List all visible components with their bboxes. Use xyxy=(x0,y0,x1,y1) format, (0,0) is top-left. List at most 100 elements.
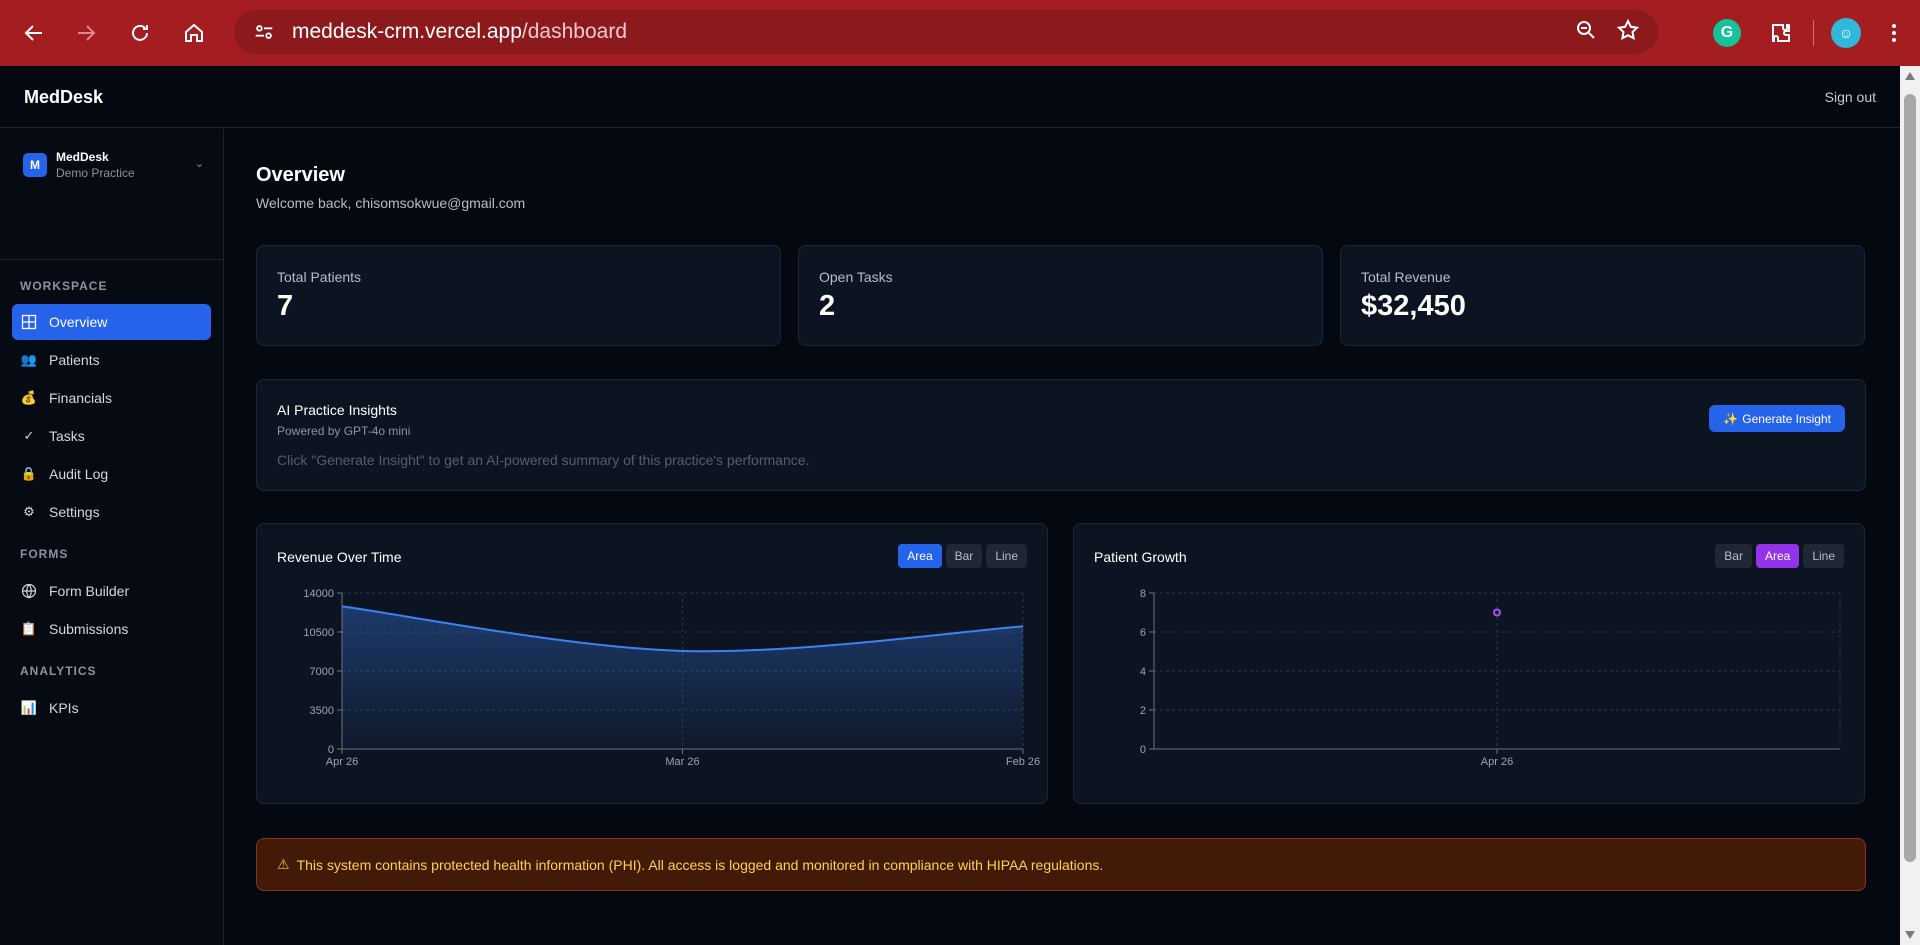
grid-icon xyxy=(21,314,37,330)
zoom-icon[interactable] xyxy=(1574,18,1598,47)
org-panel: M MedDesk Demo Practice ⌄ xyxy=(0,129,223,263)
globe-icon xyxy=(21,583,37,599)
gear-icon: ⚙ xyxy=(23,504,35,519)
phi-notice-text: This system contains protected health in… xyxy=(296,856,1104,873)
grammarly-extension-icon[interactable]: G xyxy=(1707,13,1747,53)
sidebar-item-settings[interactable]: ⚙ Settings xyxy=(12,494,211,530)
stat-label: Total Revenue xyxy=(1361,269,1451,285)
stat-value: 7 xyxy=(277,290,294,322)
y-tick-label: 10500 xyxy=(303,627,334,639)
revenue-chart-card: Revenue Over Time Area Bar Line 0 3500 700… xyxy=(256,523,1048,804)
page-title: Overview xyxy=(256,164,345,186)
check-icon: ✓ xyxy=(23,428,35,443)
url-text[interactable]: meddesk-crm.vercel.app/dashboard xyxy=(292,20,627,44)
y-tick-label: 0 xyxy=(328,744,334,756)
phi-notice: ⚠ This system contains protected health … xyxy=(256,838,1866,891)
warning-icon: ⚠ xyxy=(277,856,290,872)
sidebar-item-label: Form Builder xyxy=(49,583,130,599)
page-scrollbar[interactable] xyxy=(1900,66,1920,945)
generate-insight-button[interactable]: ✨ Generate Insight xyxy=(1709,405,1845,432)
ai-insights-card: AI Practice Insights Powered by GPT-4o m… xyxy=(256,379,1866,491)
data-point xyxy=(1493,608,1501,617)
scrollbar-thumb[interactable] xyxy=(1904,94,1916,862)
y-tick-label: 14000 xyxy=(303,588,334,600)
patient-growth-chart: 0 2 4 6 8 Apr 26 xyxy=(1140,588,1841,768)
stat-card-open-tasks: Open Tasks 2 xyxy=(798,245,1323,346)
ai-insights-hint: Click "Generate Insight" to get an AI-po… xyxy=(277,452,810,468)
sidebar: M MedDesk Demo Practice ⌄ WORKSPACE Over… xyxy=(0,129,224,945)
y-tick-label: 4 xyxy=(1140,666,1146,678)
revenue-chart: 0 3500 7000 10500 14000 Apr 26 Mar 26 Feb 26 xyxy=(303,588,1040,768)
url-host: meddesk-crm.vercel.app xyxy=(292,20,522,43)
address-bar[interactable]: meddesk-crm.vercel.app/dashboard xyxy=(234,10,1658,54)
url-path: /dashboard xyxy=(521,20,628,43)
x-tick-label: Apr 26 xyxy=(326,756,358,768)
extensions-icon[interactable] xyxy=(1761,13,1801,53)
stat-card-total-patients: Total Patients 7 xyxy=(256,245,781,346)
bookmark-star-icon[interactable] xyxy=(1616,18,1640,47)
scroll-down-icon[interactable] xyxy=(1905,931,1915,939)
back-icon[interactable] xyxy=(14,13,54,53)
ai-insights-title: AI Practice Insights xyxy=(277,402,397,418)
stat-label: Total Patients xyxy=(277,269,362,285)
stat-card-total-revenue: Total Revenue $32,450 xyxy=(1340,245,1865,346)
sidebar-item-audit-log[interactable]: 🔒 Audit Log xyxy=(12,456,211,492)
bar-chart-icon: 📊 xyxy=(20,700,38,715)
org-divider xyxy=(0,259,223,260)
org-badge: M xyxy=(23,153,47,177)
sidebar-item-financials[interactable]: 💰 Financials xyxy=(12,380,211,416)
reload-icon[interactable] xyxy=(120,13,160,53)
home-icon[interactable] xyxy=(174,13,214,53)
y-tick-label: 3500 xyxy=(310,705,334,717)
sign-out-link[interactable]: Sign out xyxy=(1825,89,1876,105)
sidebar-item-form-builder[interactable]: Form Builder xyxy=(12,573,211,609)
sidebar-item-tasks[interactable]: ✓ Tasks xyxy=(12,418,211,454)
sparkles-icon: ✨ xyxy=(1723,411,1739,426)
org-switcher[interactable]: M MedDesk Demo Practice ⌄ xyxy=(12,143,212,187)
area-fill xyxy=(342,606,1023,749)
sidebar-item-label: Audit Log xyxy=(49,466,109,482)
clipboard-icon: 📋 xyxy=(20,621,38,636)
sidebar-item-patients[interactable]: 👥 Patients xyxy=(12,342,211,378)
y-tick-label: 2 xyxy=(1140,705,1146,717)
section-workspace: WORKSPACE xyxy=(20,279,108,293)
money-bag-icon: 💰 xyxy=(20,390,38,405)
app-header: MedDesk Sign out xyxy=(0,66,1900,128)
generate-insight-label: Generate Insight xyxy=(1742,411,1831,426)
scroll-up-icon[interactable] xyxy=(1905,72,1915,80)
section-analytics: ANALYTICS xyxy=(20,664,97,678)
sidebar-item-label: Submissions xyxy=(49,621,129,637)
y-tick-label: 8 xyxy=(1140,588,1146,600)
welcome-text: Welcome back, chisomsokwue@gmail.com xyxy=(256,195,526,211)
forward-icon[interactable] xyxy=(66,13,106,53)
stat-value: $32,450 xyxy=(1361,290,1466,322)
section-forms: FORMS xyxy=(20,547,69,561)
brand-logo[interactable]: MedDesk xyxy=(24,87,103,108)
x-tick-label: Apr 26 xyxy=(1481,756,1513,768)
browser-toolbar: meddesk-crm.vercel.app/dashboard G ☺ xyxy=(0,0,1920,66)
toolbar-separator xyxy=(1813,20,1814,46)
org-subtitle: Demo Practice xyxy=(56,166,135,180)
y-tick-label: 6 xyxy=(1140,627,1146,639)
sidebar-item-label: KPIs xyxy=(49,700,79,716)
sidebar-item-label: Patients xyxy=(49,352,100,368)
sidebar-item-submissions[interactable]: 📋 Submissions xyxy=(12,611,211,647)
chevron-down-icon: ⌄ xyxy=(194,158,204,170)
patient-chart-card: Patient Growth Bar Area Line 0 2 4 6 8 Apr 26 xyxy=(1073,523,1865,804)
x-tick-label: Mar 26 xyxy=(665,756,699,768)
y-tick-label: 7000 xyxy=(310,666,334,678)
ai-insights-subtitle: Powered by GPT-4o mini xyxy=(277,424,411,438)
lock-icon: 🔒 xyxy=(20,466,38,481)
stat-value: 2 xyxy=(819,290,836,322)
sidebar-item-label: Settings xyxy=(49,504,100,520)
sidebar-item-overview[interactable]: Overview xyxy=(12,304,211,340)
y-tick-label: 0 xyxy=(1140,744,1146,756)
x-tick-label: Feb 26 xyxy=(1006,756,1040,768)
menu-kebab-icon[interactable] xyxy=(1874,13,1914,53)
profile-avatar[interactable]: ☺ xyxy=(1826,13,1866,53)
stat-label: Open Tasks xyxy=(819,269,893,285)
site-settings-icon[interactable] xyxy=(248,16,280,48)
people-icon: 👥 xyxy=(20,352,38,367)
sidebar-item-kpis[interactable]: 📊 KPIs xyxy=(12,690,211,726)
org-name: MedDesk xyxy=(56,150,109,164)
